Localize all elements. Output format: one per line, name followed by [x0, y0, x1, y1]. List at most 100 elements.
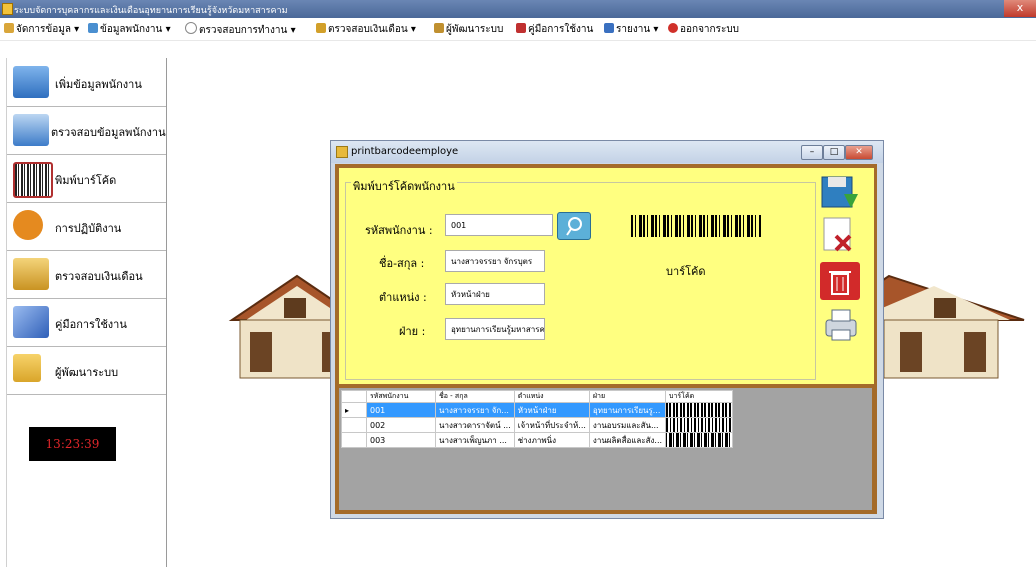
department-input[interactable]: อุทยานการเรียนรู้มหาสารคาม: [445, 318, 545, 340]
cell-barcode[interactable]: [665, 417, 734, 433]
menu-check-salary[interactable]: ตรวจสอบเงินเดือน ▾: [316, 22, 416, 37]
window-close-button[interactable]: x: [1004, 0, 1036, 17]
menu-label: รายงาน: [616, 24, 651, 35]
clock-display: 13:23:39: [29, 427, 116, 461]
search-icon: [566, 217, 582, 236]
book-icon: [13, 306, 49, 338]
table-row[interactable]: ▸ 001 นางสาวจรรยา จัก... หัวหน้าฝ่าย อุท…: [341, 402, 734, 418]
delete-button[interactable]: [820, 216, 860, 254]
search-button[interactable]: [557, 212, 591, 240]
menu-label: ข้อมูลพนักงาน: [100, 24, 163, 35]
menu-employee-data[interactable]: ข้อมูลพนักงาน ▾: [88, 22, 171, 37]
sidebar-item-label: การปฏิบัติงาน: [55, 222, 122, 235]
trash-button[interactable]: [820, 262, 860, 300]
print-button[interactable]: [820, 306, 860, 344]
sidebar-item-label: ผู้พัฒนาระบบ: [55, 366, 119, 379]
menu-manage-data[interactable]: จัดการข้อมูล ▾: [4, 22, 79, 37]
menu-label: ออกจากระบบ: [680, 24, 740, 35]
report-icon: [604, 23, 614, 33]
group-title: พิมพ์บาร์โค้ดพนักงาน: [351, 177, 457, 195]
barcode-icon: [13, 162, 53, 198]
sidebar-item-print-barcode[interactable]: พิมพ์บาร์โค้ด: [7, 154, 166, 203]
table-row[interactable]: 002 นางสาวดาราจัตน์ ... เจ้าหน้าที่ประจำ…: [341, 417, 734, 433]
column-header[interactable]: ตำแหน่ง: [513, 390, 590, 403]
dialog-title-bar: printbarcodeemploye – □ ✕: [331, 141, 883, 163]
row-barcode-image: [666, 433, 732, 447]
sidebar-item-manual[interactable]: คู่มือการใช้งาน: [7, 298, 166, 347]
money-stack-icon: [13, 258, 49, 290]
menu-manual[interactable]: คู่มือการใช้งาน: [516, 22, 593, 37]
cell-position[interactable]: ช่างภาพนิ่ง: [513, 432, 590, 448]
clock-icon: [185, 22, 197, 34]
sidebar-item-add-employee[interactable]: เพิ่มข้อมูลพนักงาน: [7, 58, 166, 107]
menu-bar: จัดการข้อมูล ▾ ข้อมูลพนักงาน ▾ ตรวจสอบกา…: [0, 18, 1036, 41]
menu-check-work[interactable]: ตรวจสอบการทำงาน ▾: [185, 22, 296, 38]
table-header-row: รหัสพนักงาน ชื่อ - สกุล ตำแหน่ง ฝ่าย บาร…: [341, 390, 734, 403]
row-barcode-image: [666, 418, 732, 432]
cell-department[interactable]: อุทยานการเรียนรู...: [588, 402, 667, 418]
cell-name[interactable]: นางสาวจรรยา จัก...: [435, 402, 515, 418]
cell-name[interactable]: นางสาวเพ็ญนภา ...: [435, 432, 515, 448]
dialog-icon: [336, 146, 348, 158]
app-icon: [2, 3, 13, 15]
row-selector[interactable]: [341, 417, 367, 433]
window-title: ระบบจัดการบุคลากรและเงินเดือนอุทยานการเร…: [14, 6, 288, 16]
sidebar-item-check-salary[interactable]: ตรวจสอบเงินเดือน: [7, 250, 166, 299]
dialog-title: printbarcodeemploye: [351, 146, 459, 157]
cell-barcode[interactable]: [665, 432, 734, 448]
minimize-button[interactable]: –: [801, 145, 823, 160]
save-button[interactable]: [820, 174, 860, 212]
check-employee-icon: [13, 114, 49, 146]
printer-icon: [825, 309, 857, 341]
position-input[interactable]: หัวหน้าฝ่าย: [445, 283, 545, 305]
cell-barcode[interactable]: [665, 402, 734, 418]
delete-x-icon: [823, 217, 852, 252]
cell-code[interactable]: 002: [366, 417, 436, 433]
barcode-image: [631, 215, 761, 237]
row-selector[interactable]: [341, 432, 367, 448]
dialog-close-button[interactable]: ✕: [845, 145, 873, 160]
employee-code-input[interactable]: 001: [445, 214, 553, 236]
menu-label: ตรวจสอบการทำงาน: [199, 25, 288, 36]
save-icon: [821, 176, 858, 208]
row-barcode-image: [666, 403, 732, 417]
developer-icon: [434, 23, 444, 33]
column-header[interactable]: ชื่อ - สกุล: [435, 390, 515, 403]
menu-label: คู่มือการใช้งาน: [528, 24, 594, 35]
trash-icon: [829, 271, 851, 295]
row-selector-arrow[interactable]: ▸: [341, 402, 367, 418]
column-header[interactable]: บาร์โค้ด: [665, 390, 734, 403]
cell-department[interactable]: งานผลิตสื่อและสัง...: [588, 432, 667, 448]
house-illustration-right: [884, 274, 1025, 379]
edit-icon: [4, 23, 14, 33]
maximize-button[interactable]: □: [823, 145, 845, 160]
cell-department[interactable]: งานอบรมและสัน...: [588, 417, 667, 433]
menu-report[interactable]: รายงาน ▾: [604, 22, 658, 37]
sidebar: เพิ่มข้อมูลพนักงาน ตรวจสอบข้อมูลพนักงาน …: [6, 58, 167, 567]
add-employee-icon: [13, 66, 49, 98]
sidebar-item-label: คู่มือการใช้งาน: [55, 318, 127, 331]
column-header[interactable]: ฝ่าย: [588, 390, 667, 403]
calendar-icon: [13, 210, 43, 240]
sidebar-item-check-employee[interactable]: ตรวจสอบข้อมูลพนักงาน: [7, 106, 166, 155]
people-icon: [88, 23, 98, 33]
menu-label: ตรวจสอบเงินเดือน: [328, 24, 408, 35]
sidebar-item-developer[interactable]: ผู้พัฒนาระบบ: [7, 346, 166, 395]
sidebar-item-operations[interactable]: การปฏิบัติงาน: [7, 202, 166, 251]
cell-name[interactable]: นางสาวดาราจัตน์ ...: [435, 417, 515, 433]
table-row[interactable]: 003 นางสาวเพ็ญนภา ... ช่างภาพนิ่ง งานผลิ…: [341, 432, 734, 448]
cell-code[interactable]: 001: [366, 402, 436, 418]
menu-developer[interactable]: ผู้พัฒนาระบบ: [434, 22, 503, 37]
menu-logout[interactable]: ออกจากระบบ: [668, 22, 739, 37]
cell-code[interactable]: 003: [366, 432, 436, 448]
cell-position[interactable]: เจ้าหน้าที่ประจำห้...: [513, 417, 590, 433]
department-label: ฝ่าย :: [399, 325, 426, 338]
menu-label: ผู้พัฒนาระบบ: [446, 24, 504, 35]
fullname-input[interactable]: นางสาวจรรยา จักรบุตร: [445, 250, 545, 272]
column-header[interactable]: รหัสพนักงาน: [366, 390, 436, 403]
employee-form-panel: พิมพ์บาร์โค้ดพนักงาน รหัสพนักงาน : 001 ช…: [339, 168, 874, 384]
lock-icon: [13, 354, 41, 382]
cell-position[interactable]: หัวหน้าฝ่าย: [513, 402, 590, 418]
menu-label: จัดการข้อมูล: [16, 24, 71, 35]
row-header-corner: [341, 390, 367, 403]
